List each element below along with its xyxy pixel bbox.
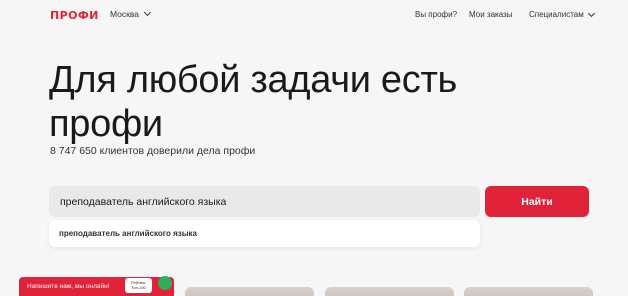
profi-logo[interactable]: ПРОФИ: [50, 9, 99, 22]
hero-title-line1: Для любой задачи есть: [49, 59, 458, 101]
nav-for-specialists[interactable]: Специалистам: [529, 9, 595, 19]
city-label: Москва: [110, 9, 140, 19]
suggestion-item[interactable]: преподаватель английского языка: [59, 229, 197, 238]
nav-my-orders[interactable]: Мои заказы: [469, 10, 512, 19]
clients-stat: 8 747 650 клиентов доверили дела профи: [50, 145, 256, 157]
nav-for-specialists-label: Специалистам: [529, 10, 584, 19]
category-card[interactable]: [325, 287, 454, 296]
chat-widget-text: Напишите нам, мы онлайн!: [27, 283, 110, 290]
category-card[interactable]: [185, 287, 314, 296]
chat-bubble-icon: [158, 276, 172, 290]
hero-title: Для любой задачи есть профи: [49, 58, 529, 146]
hero-title-line2: профи: [49, 103, 163, 145]
rating-badge: Рейтинг Топ-100: [125, 278, 152, 293]
category-card[interactable]: [464, 287, 593, 296]
nav-are-you-profi[interactable]: Вы профи?: [415, 10, 457, 19]
chevron-down-icon: [587, 9, 595, 17]
search-suggestions: преподаватель английского языка: [49, 220, 480, 247]
city-selector[interactable]: Москва: [110, 8, 152, 19]
chevron-down-icon: [143, 8, 152, 17]
top-header: ПРОФИ Москва Вы профи? Мои заказы Специа…: [0, 0, 628, 32]
chat-widget[interactable]: Напишите нам, мы онлайн! Рейтинг Топ-100: [19, 276, 174, 296]
search-button[interactable]: Найти: [485, 186, 589, 217]
search-input[interactable]: [49, 186, 480, 217]
